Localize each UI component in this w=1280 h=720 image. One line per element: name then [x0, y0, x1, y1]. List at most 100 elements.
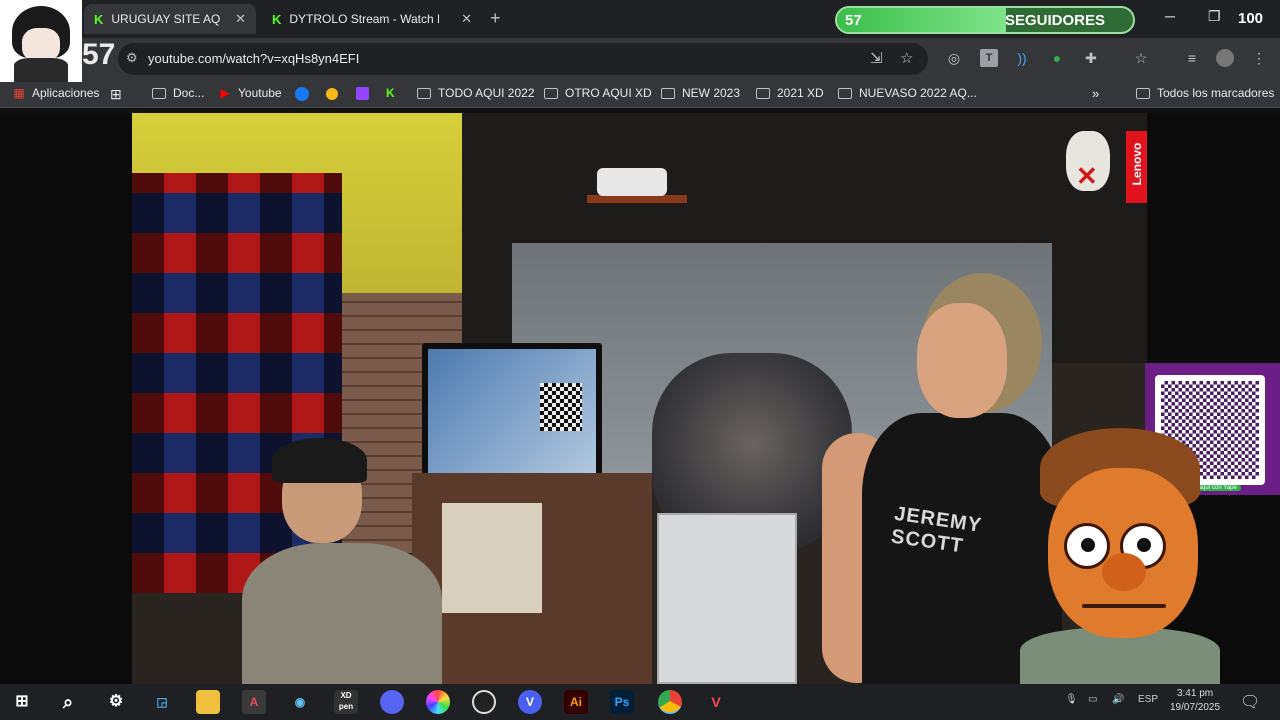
bookmark-2021-xd[interactable]: 2021 XD	[756, 86, 824, 100]
extension-wave-icon[interactable]: ))	[1013, 49, 1031, 67]
folder-icon	[838, 87, 852, 99]
bookmark-nuevaso-2022[interactable]: NUEVASO 2022 AQ...	[838, 86, 977, 100]
streamer-avatar	[0, 0, 82, 82]
bookmark-apps[interactable]: ▦ Aplicaciones	[12, 86, 99, 100]
clock-time: 3:41 pm	[1176, 688, 1214, 699]
settings-icon[interactable]: ⚙	[104, 690, 128, 714]
bookmark-label: NUEVASO 2022 AQ...	[859, 86, 977, 100]
extensions-puzzle-icon[interactable]: ✚	[1082, 49, 1100, 67]
obs-icon[interactable]	[472, 690, 496, 714]
bookmark-doc[interactable]: Doc...	[152, 86, 204, 100]
tv-qr-code	[540, 383, 582, 431]
site-info-icon[interactable]: ⚙	[126, 50, 138, 66]
youtube-icon: ▶	[220, 86, 230, 100]
reading-list-icon[interactable]: ≡	[1183, 49, 1201, 67]
search-icon[interactable]: ⌕	[56, 690, 80, 714]
follower-count: 57	[845, 12, 862, 29]
bookmark-label: 2021 XD	[777, 86, 824, 100]
puppet-nose	[1102, 553, 1146, 591]
grid-icon[interactable]: ⊞	[110, 86, 122, 103]
emoji-icon[interactable]	[326, 88, 338, 100]
tab-close-icon[interactable]: ✕	[461, 11, 472, 27]
tab-uruguay[interactable]: K URUGUAY SITE AQUI V... ✕	[84, 4, 256, 34]
tab-dytrolo[interactable]: K DYTROLO Stream - Watch Live ✕	[262, 4, 482, 34]
bookmark-new-2023[interactable]: NEW 2023	[661, 86, 740, 100]
kick-icon: K	[94, 11, 104, 27]
folder-icon	[417, 87, 431, 99]
avatar-face	[22, 28, 60, 62]
new-tab-button[interactable]: +	[490, 8, 501, 29]
folder-icon	[661, 87, 675, 99]
chrome-icon[interactable]	[658, 690, 682, 714]
bookmark-all[interactable]: Todos los marcadores	[1136, 86, 1274, 100]
wall-shelf	[587, 195, 687, 203]
tab-title: DYTROLO Stream - Watch Live	[289, 12, 439, 26]
minimize-button[interactable]: ─	[1165, 8, 1175, 24]
puppet-eye	[1064, 523, 1110, 569]
tab-strip: K URUGUAY SITE AQUI V... ✕ K DYTROLO Str…	[0, 0, 1280, 38]
network-icon[interactable]: ▭	[1088, 694, 1097, 705]
more-bookmarks-icon[interactable]: »	[1092, 86, 1099, 101]
extension-glasses-icon[interactable]: ◎	[945, 49, 963, 67]
bookmark-label: NEW 2023	[682, 86, 741, 100]
v-icon[interactable]: V	[518, 690, 542, 714]
app-a-icon[interactable]: A	[242, 690, 266, 714]
xdpen-icon[interactable]: XD pen	[334, 690, 358, 714]
screenshot-icon[interactable]: ◲	[150, 690, 174, 714]
color-icon[interactable]	[426, 690, 450, 714]
clock[interactable]: 3:41 pm 19/07/2025	[1170, 687, 1220, 715]
face	[917, 303, 1007, 418]
kick-icon[interactable]: K	[386, 86, 395, 100]
valorant-icon[interactable]: V	[704, 690, 728, 714]
photoshop-icon[interactable]: Ps	[610, 690, 634, 714]
bookmark-star-icon[interactable]: ☆	[900, 49, 913, 67]
puppet-mouth	[1082, 604, 1166, 608]
notifications-icon[interactable]: 🗨	[1240, 692, 1260, 712]
container	[597, 168, 667, 196]
restore-button[interactable]: ❐	[1208, 8, 1221, 25]
bookmark-otro-aqui-xd[interactable]: OTRO AQUI XD	[544, 86, 652, 100]
tab-close-icon[interactable]: ✕	[235, 11, 246, 27]
kick-icon: K	[272, 11, 282, 27]
person-seated	[242, 433, 492, 684]
follower-label: SEGUIDORES	[1005, 12, 1106, 29]
menu-icon[interactable]: ⋮	[1250, 49, 1268, 67]
extension-translate-icon[interactable]: T	[980, 49, 998, 67]
extension-shield-icon[interactable]: ●	[1048, 49, 1066, 67]
bookmarks-bar: ▦ Aplicaciones ⊞ Doc... ▶ Youtube K TODO…	[0, 80, 1280, 108]
install-app-icon[interactable]: ⇲	[870, 49, 883, 67]
profile-avatar[interactable]	[1216, 49, 1234, 67]
bookmark-label: Doc...	[173, 86, 205, 100]
bookmark-label: Aplicaciones	[32, 86, 100, 100]
shirt	[242, 543, 442, 684]
face-sticker: ✕	[1066, 131, 1110, 191]
taskbar: ⊞ ⌕ ⚙ ◲ A ◉ XD pen V Ai Ps V 🎙 ▭ 🔊 ESP 3…	[0, 684, 1280, 720]
bookmarks-star-icon[interactable]: ☆	[1132, 49, 1150, 67]
twitch-icon[interactable]	[356, 87, 369, 100]
language-indicator[interactable]: ESP	[1138, 694, 1158, 705]
stream-video: JEREMY SCOTT ✕ Lenovo	[132, 113, 1147, 684]
file-explorer-icon[interactable]	[196, 690, 220, 714]
clock-date: 19/07/2025	[1170, 702, 1221, 713]
folder-icon	[1136, 87, 1150, 99]
volume-icon[interactable]: 🔊	[1112, 694, 1124, 705]
steam-icon[interactable]: ◉	[288, 690, 312, 714]
address-bar[interactable]: ⚙ youtube.com/watch?v=xqHs8yn4EFI ⇲ ☆	[118, 43, 928, 75]
bookmark-label: Todos los marcadores	[1157, 86, 1275, 100]
facebook-icon[interactable]	[295, 87, 309, 101]
cap	[272, 438, 367, 483]
url-text: youtube.com/watch?v=xqHs8yn4EFI	[148, 51, 360, 66]
discord-icon[interactable]	[380, 690, 404, 714]
illustrator-icon[interactable]: Ai	[564, 690, 588, 714]
browser-toolbar: ⚙ youtube.com/watch?v=xqHs8yn4EFI ⇲ ☆ ◎ …	[0, 38, 1280, 80]
follower-progress-fill	[837, 8, 1006, 32]
plastic-drawers	[657, 513, 797, 684]
mic-icon[interactable]: 🎙	[1065, 694, 1078, 705]
brand-label: Lenovo	[1130, 142, 1144, 186]
apps-icon: ▦	[13, 86, 25, 100]
bookmark-todo-aqui-2022[interactable]: TODO AQUI 2022	[417, 86, 535, 100]
start-icon[interactable]: ⊞	[10, 690, 34, 714]
bookmark-label: OTRO AQUI XD	[565, 86, 652, 100]
puppet-character	[1020, 428, 1220, 684]
bookmark-youtube[interactable]: ▶ Youtube	[218, 86, 281, 100]
